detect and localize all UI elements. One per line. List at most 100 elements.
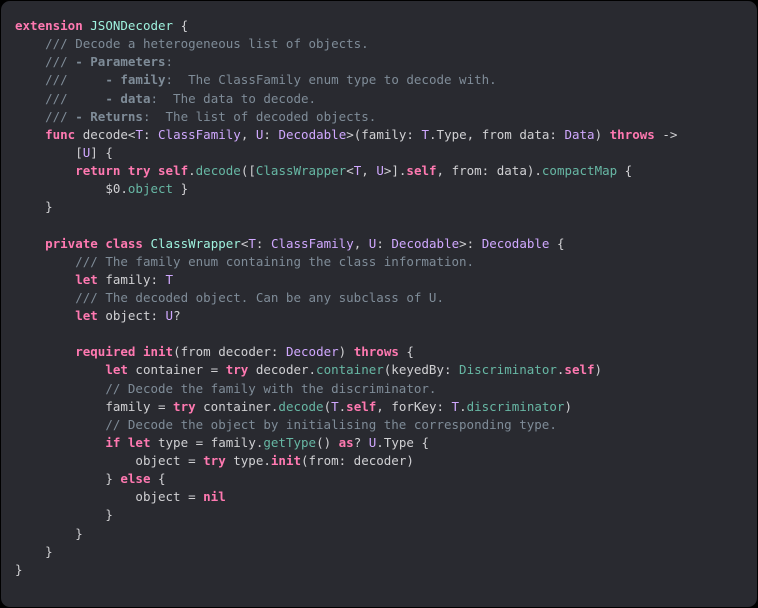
p: , xyxy=(241,127,256,142)
comment: // Decode the family with the discrimina… xyxy=(105,381,436,396)
gen-T: T xyxy=(135,127,143,142)
p: .Type, from data: xyxy=(429,127,564,142)
p: -> xyxy=(655,127,678,142)
p: , xyxy=(354,236,369,251)
p: . xyxy=(459,399,467,414)
kw-nil: nil xyxy=(203,489,226,504)
gen-U: U xyxy=(166,308,174,323)
fn-compactmap: compactMap xyxy=(542,163,617,178)
p: ) xyxy=(595,362,603,377)
type-dec: Decodable xyxy=(391,236,459,251)
prop-object: object xyxy=(128,181,173,196)
p: : xyxy=(376,236,391,251)
kw-self: self xyxy=(158,163,188,178)
doc-comment: /// Decode a heterogeneous list of objec… xyxy=(45,36,369,51)
doc: : xyxy=(166,54,174,69)
kw-private: private xyxy=(45,236,98,251)
kw-self: self xyxy=(406,163,436,178)
gen-U: U xyxy=(376,163,384,178)
brace: } xyxy=(15,562,23,577)
kw-let: let xyxy=(128,435,151,450)
p: (keyedBy: xyxy=(384,362,459,377)
kw-throws: throws xyxy=(610,127,655,142)
kw-let: let xyxy=(75,308,98,323)
doc: - family xyxy=(105,72,165,87)
doc: - Returns xyxy=(75,109,143,124)
code-window: extension JSONDecoder { /// Decode a het… xyxy=(0,0,758,608)
id: container. xyxy=(196,399,279,414)
kw-try: try xyxy=(128,163,151,178)
id: object = xyxy=(135,489,203,504)
type-disc: Discriminator xyxy=(459,362,557,377)
kw-self: self xyxy=(346,399,376,414)
kw-extension: extension xyxy=(15,18,83,33)
kw-required: required xyxy=(75,344,135,359)
kw-throws: throws xyxy=(354,344,399,359)
prop-object: object: xyxy=(105,308,165,323)
p: { xyxy=(150,471,165,486)
id: type. xyxy=(226,453,271,468)
comment: // Decode the object by initialising the… xyxy=(105,417,557,432)
closure-arg: $0 xyxy=(105,181,120,196)
type-cw: ClassWrapper xyxy=(256,163,346,178)
brace: } xyxy=(105,507,113,522)
p: ) xyxy=(339,344,354,359)
p: ] { xyxy=(90,145,113,160)
fn-container: container xyxy=(316,362,384,377)
gen-T: T xyxy=(166,272,174,287)
p: >(family: xyxy=(346,127,421,142)
p: , forKey: xyxy=(376,399,451,414)
p: : xyxy=(263,127,278,142)
type-decoder: Decoder xyxy=(286,344,339,359)
p: : xyxy=(143,127,158,142)
gen-T: T xyxy=(421,127,429,142)
doc: - Parameters xyxy=(75,54,165,69)
kw-init: init xyxy=(143,344,173,359)
kw-let: let xyxy=(105,362,128,377)
kw-as: as xyxy=(339,435,354,450)
p: . xyxy=(188,163,196,178)
p: (from decoder: xyxy=(173,344,286,359)
id: family = xyxy=(105,399,173,414)
doc: /// xyxy=(45,109,68,124)
kw-let: let xyxy=(75,272,98,287)
gen-T: T xyxy=(248,236,256,251)
p: ) xyxy=(564,399,572,414)
gen-T: T xyxy=(452,399,460,414)
kw-try: try xyxy=(203,453,226,468)
doc: /// xyxy=(45,91,68,106)
kw-self: self xyxy=(564,362,594,377)
code-block: extension JSONDecoder { /// Decode a het… xyxy=(15,17,743,579)
prop-disc: discriminator xyxy=(467,399,565,414)
brace: } xyxy=(45,544,53,559)
doc: /// xyxy=(45,72,68,87)
fn-decode: decode xyxy=(278,399,323,414)
doc: : The data to decode. xyxy=(150,91,316,106)
p: , xyxy=(361,163,376,178)
var-container: container = xyxy=(128,362,226,377)
p: ) xyxy=(595,127,610,142)
type-data: Data xyxy=(564,127,594,142)
p: , from: data). xyxy=(437,163,542,178)
kw-if: if xyxy=(105,435,120,450)
p: >: xyxy=(459,236,482,251)
type-cw: ClassWrapper xyxy=(151,236,241,251)
doc: /// The family enum containing the class… xyxy=(75,254,474,269)
type-dec: Decodable xyxy=(482,236,550,251)
id: object = xyxy=(135,453,203,468)
p: : xyxy=(256,236,271,251)
type-dec: Decodable xyxy=(278,127,346,142)
kw-try: try xyxy=(173,399,196,414)
id: type = family. xyxy=(150,435,263,450)
type-jsondecoder: JSONDecoder xyxy=(90,18,173,33)
p: . xyxy=(120,181,128,196)
kw-return: return xyxy=(75,163,120,178)
brace: } xyxy=(75,526,83,541)
brace: { xyxy=(181,18,189,33)
prop-family: family: xyxy=(105,272,165,287)
p: { xyxy=(549,236,564,251)
p: } xyxy=(105,471,120,486)
p: ? xyxy=(173,308,181,323)
gen-T: T xyxy=(331,399,339,414)
doc: - data xyxy=(105,91,150,106)
